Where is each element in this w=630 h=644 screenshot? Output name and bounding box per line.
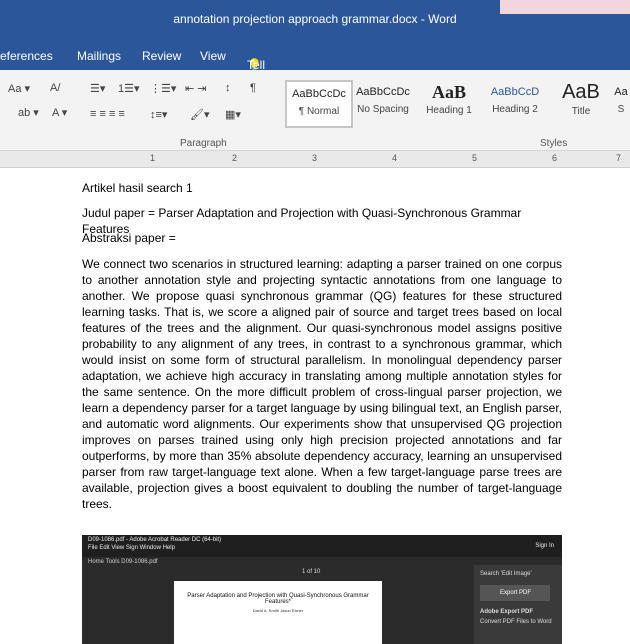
font-color-icon[interactable]: A ▾ bbox=[52, 106, 67, 119]
align-icons[interactable]: ≡ ≡ ≡ ≡ bbox=[90, 108, 125, 120]
style-heading-2[interactable]: AaBbCcD Heading 2 bbox=[483, 80, 547, 124]
pdf-page: Parser Adaptation and Projection with Qu… bbox=[174, 581, 382, 644]
numbering-icon[interactable]: 1☰▾ bbox=[118, 82, 140, 95]
export-panel-title: Adobe Export PDF bbox=[480, 609, 534, 615]
line-spacing-icon[interactable]: ↕≡▾ bbox=[150, 108, 167, 121]
acrobat-title: D09-1086.pdf - Adobe Acrobat Reader DC (… bbox=[88, 537, 222, 543]
ruler-mark-1: 1 bbox=[150, 153, 156, 163]
ruler-mark-6: 6 bbox=[552, 153, 558, 163]
export-pdf-button: Export PDF bbox=[480, 585, 550, 601]
ruler-mark-7: 7 bbox=[616, 153, 622, 163]
ruler-mark-2: 2 bbox=[232, 153, 238, 163]
window-title: annotation projection approach grammar.d… bbox=[173, 12, 457, 26]
style-normal[interactable]: AaBbCcDc ¶ Normal bbox=[285, 80, 353, 128]
doc-line-1: Artikel hasil search 1 bbox=[82, 181, 193, 195]
paragraph-group-label: Paragraph bbox=[180, 138, 227, 149]
style-no-spacing[interactable]: AaBbCcDc No Spacing bbox=[351, 80, 415, 124]
ruler-mark-5: 5 bbox=[472, 153, 478, 163]
doc-line-3: Abstraksi paper = bbox=[82, 231, 176, 245]
style-heading-1[interactable]: AaB Heading 1 bbox=[417, 80, 481, 124]
font-size-decrease-icon[interactable]: Aa ▾ bbox=[8, 82, 30, 95]
acrobat-menu: File Edit View Sign Window Help bbox=[88, 545, 175, 551]
tab-mailings[interactable]: Mailings bbox=[77, 49, 121, 63]
ribbon-home: Aa ▾ A/ ab ▾ A ▾ ☰▾ 1☰▾ ⋮☰▾ ⇤ ⇥ ↕ ¶ ≡ ≡ … bbox=[0, 70, 630, 151]
shading-icon[interactable]: 🖌▾ bbox=[190, 108, 210, 121]
bullets-icon[interactable]: ☰▾ bbox=[90, 82, 105, 95]
ruler-mark-3: 3 bbox=[312, 153, 318, 163]
acrobat-search-hint: Search 'Edit Image' bbox=[480, 571, 532, 577]
title-bar: annotation projection approach grammar.d… bbox=[0, 0, 630, 40]
horizontal-ruler[interactable]: 1 2 3 4 5 6 7 bbox=[0, 151, 630, 168]
export-convert-text: Convert PDF Files to Word bbox=[480, 619, 552, 625]
styles-group-label: Styles bbox=[540, 138, 568, 149]
clear-formatting-icon[interactable]: A/ bbox=[50, 82, 60, 94]
borders-icon[interactable]: ▦▾ bbox=[225, 108, 241, 121]
ruler-mark-4: 4 bbox=[392, 153, 398, 163]
ribbon-tabs: eferences Mailings Review View 💡 Tell me… bbox=[0, 40, 630, 156]
pdf-authors: David A. Smith Jason Eisner bbox=[252, 608, 304, 613]
acrobat-page-counter: 1 of 10 bbox=[302, 569, 321, 575]
styles-gallery: AaBbCcDc ¶ Normal AaBbCcDc No Spacing Aa… bbox=[285, 76, 630, 128]
acrobat-titlebar: D09-1086.pdf - Adobe Acrobat Reader DC (… bbox=[82, 535, 562, 557]
abstract-paragraph: We connect two scenarios in structured l… bbox=[82, 257, 562, 511]
embedded-screenshot: D09-1086.pdf - Adobe Acrobat Reader DC (… bbox=[82, 535, 562, 644]
pdf-title: Parser Adaptation and Projection with Qu… bbox=[187, 593, 369, 605]
acrobat-signin: Sign In bbox=[535, 543, 554, 549]
style-subtitle[interactable]: Aa S bbox=[601, 80, 630, 124]
show-formatting-icon[interactable]: ¶ bbox=[250, 82, 256, 94]
highlight-color-icon[interactable]: ab ▾ bbox=[18, 106, 39, 119]
tab-review[interactable]: Review bbox=[142, 49, 181, 63]
tab-references[interactable]: eferences bbox=[0, 49, 53, 63]
indent-icons[interactable]: ⇤ ⇥ bbox=[185, 82, 207, 95]
sort-icon[interactable]: ↕ bbox=[225, 82, 231, 94]
acrobat-tabs: Home Tools D09-1086.pdf bbox=[88, 559, 158, 565]
acrobat-sidepanel: Search 'Edit Image' Export PDF Adobe Exp… bbox=[474, 565, 562, 644]
tab-view[interactable]: View bbox=[200, 49, 226, 63]
multilevel-list-icon[interactable]: ⋮☰▾ bbox=[150, 82, 176, 95]
